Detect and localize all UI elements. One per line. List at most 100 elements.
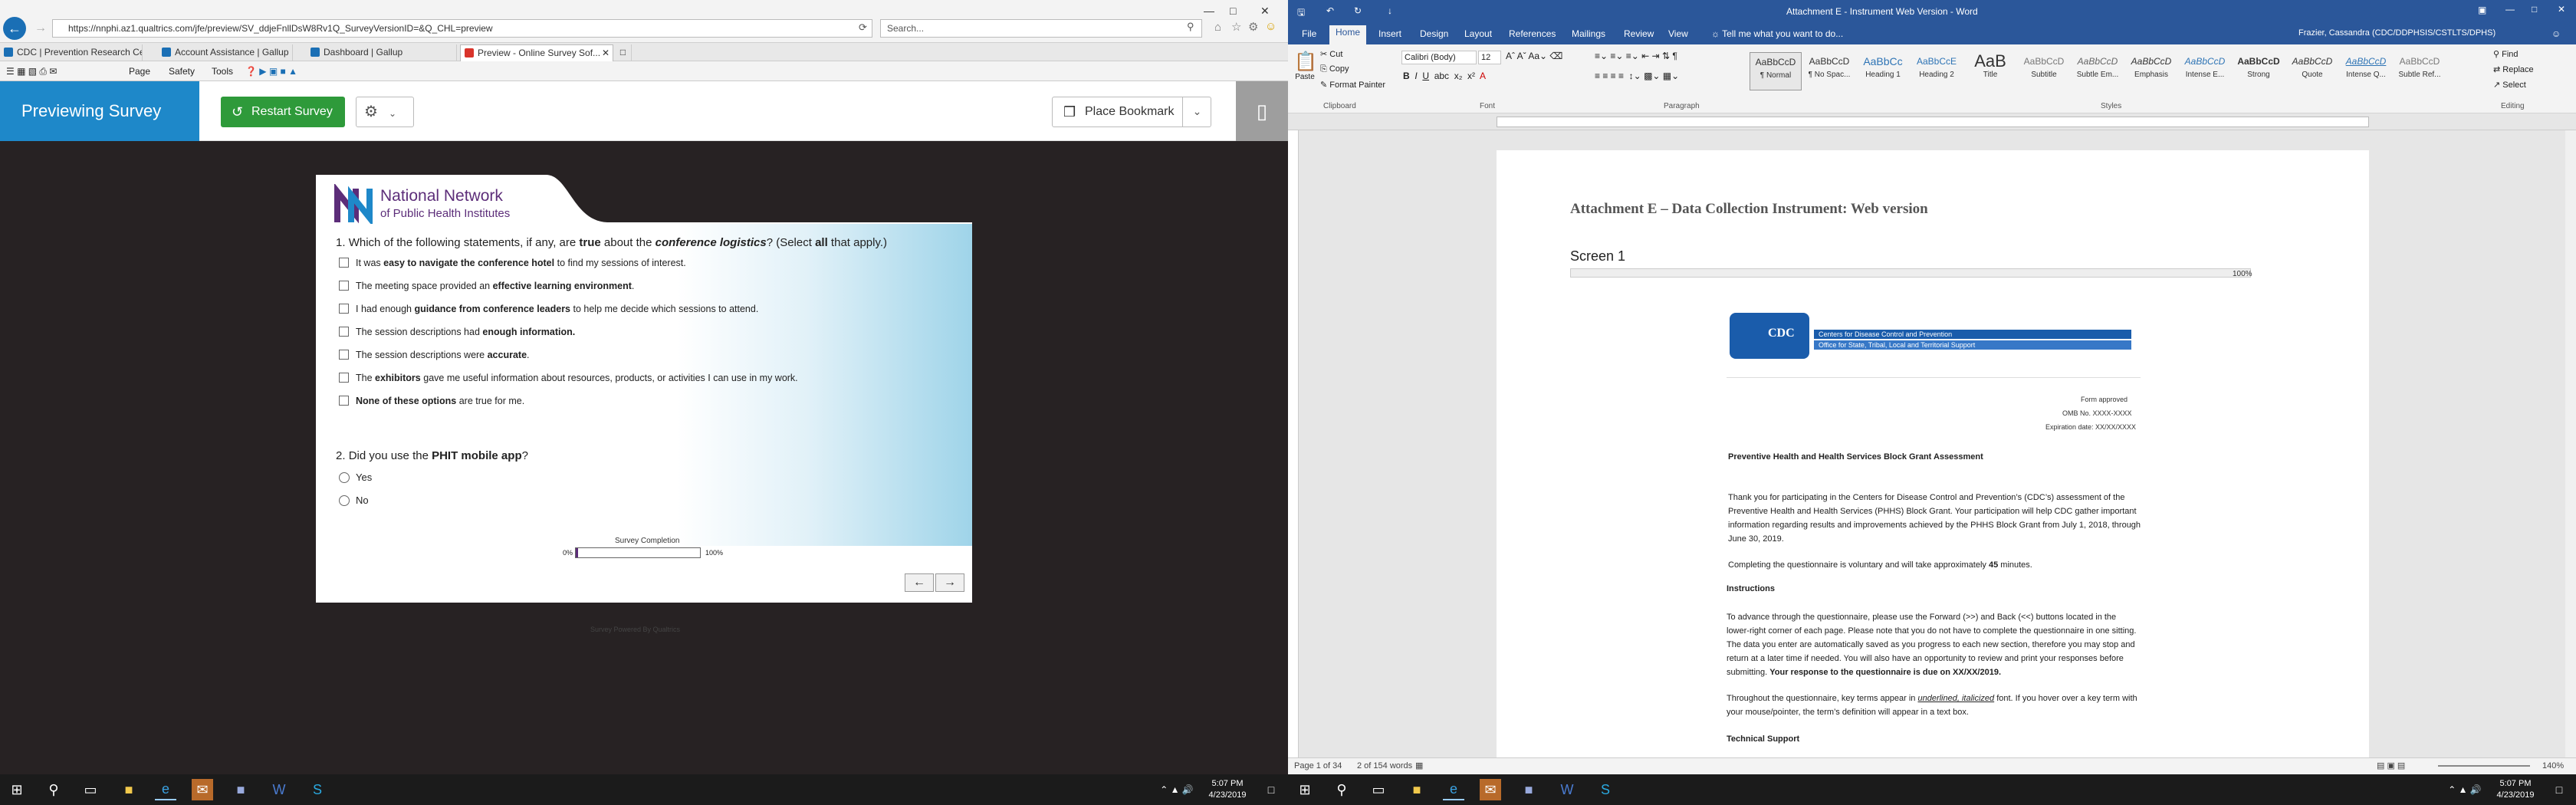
internet-explorer-icon[interactable]: e: [1443, 779, 1464, 800]
ruler[interactable]: [1288, 113, 2576, 130]
powered-by[interactable]: Survey Powered By Qualtrics: [590, 626, 680, 633]
tab-qualtrics-preview[interactable]: Preview - Online Survey Sof... ✕: [460, 44, 613, 61]
clock[interactable]: 5:07 PM 4/23/2019: [2489, 778, 2542, 801]
bookmark-dropdown[interactable]: ⌄: [1182, 97, 1211, 127]
style-subtle-emphasis[interactable]: AaBbCcD Subtle Em...: [2072, 52, 2124, 90]
notifications-icon[interactable]: □: [2548, 779, 2570, 800]
q1-option[interactable]: The session descriptions had enough info…: [339, 325, 575, 339]
search-icon[interactable]: ⚲: [1187, 21, 1194, 33]
find-button[interactable]: ⚲ Find: [2493, 49, 2518, 59]
tray-icons[interactable]: ⌃ ▲ 🔊: [2438, 779, 2492, 800]
q1-option[interactable]: The exhibitors gave me useful informatio…: [339, 371, 798, 385]
style-title[interactable]: AaB Title: [1964, 52, 2016, 90]
style-heading-1[interactable]: AaBbCc Heading 1: [1857, 52, 1909, 90]
skype-icon[interactable]: S: [307, 779, 328, 800]
settings-icon[interactable]: ⚙: [1248, 20, 1258, 34]
security-icon[interactable]: ■: [1518, 779, 1539, 800]
tab-design[interactable]: Design: [1414, 27, 1454, 41]
undo-icon[interactable]: ↶: [1326, 5, 1334, 16]
restart-survey-button[interactable]: ↺ Restart Survey: [221, 97, 345, 127]
style-no-spacing[interactable]: AaBbCcD ¶ No Spac...: [1803, 52, 1855, 90]
favorites-icon[interactable]: ☆: [1231, 20, 1241, 34]
skype-icon[interactable]: S: [1595, 779, 1616, 800]
replace-button[interactable]: ⇄ Replace: [2493, 64, 2534, 74]
style-quote[interactable]: AaBbCcD Quote: [2286, 52, 2338, 90]
checkbox[interactable]: [339, 304, 349, 314]
checkbox[interactable]: [339, 350, 349, 360]
q1-option[interactable]: None of these options are true for me.: [339, 394, 524, 408]
security-icon[interactable]: ■: [230, 779, 251, 800]
tab-file[interactable]: File: [1296, 27, 1322, 41]
q2-option-no[interactable]: No: [339, 494, 369, 508]
word-icon[interactable]: W: [1556, 779, 1578, 800]
back-page-button[interactable]: ←: [905, 573, 934, 592]
tell-me-box[interactable]: ☼ Tell me what you want to do...: [1705, 27, 1849, 41]
cut-button[interactable]: ✂ Cut: [1320, 49, 1342, 59]
smiley-icon[interactable]: ☺: [1265, 20, 1276, 33]
next-page-button[interactable]: →: [935, 573, 964, 592]
close-icon[interactable]: ✕: [1260, 5, 1270, 18]
ie-toolbar-icons[interactable]: ☰ ▦ ▧ ⎙ ✉: [6, 66, 57, 77]
tab-mailings[interactable]: Mailings: [1566, 27, 1612, 41]
minimize-icon[interactable]: —: [1204, 5, 1214, 17]
font-tools-icons[interactable]: Aˆ Aˇ Aa⌄ ⌫: [1506, 51, 1562, 61]
tab-cdc[interactable]: CDC | Prevention Research Ce...: [0, 44, 143, 61]
search-icon[interactable]: ⚲: [1331, 779, 1352, 800]
style-normal[interactable]: AaBbCcD ¶ Normal: [1750, 52, 1802, 90]
font-size-select[interactable]: 12: [1478, 51, 1501, 64]
task-view-icon[interactable]: ▭: [80, 779, 101, 800]
close-tab-icon[interactable]: ✕: [602, 45, 610, 61]
word-icon[interactable]: W: [268, 779, 290, 800]
vertical-scrollbar[interactable]: [2565, 130, 2576, 757]
word-count[interactable]: 2 of 154 words: [1357, 761, 1412, 770]
q1-option[interactable]: I had enough guidance from conference le…: [339, 302, 758, 316]
forward-button[interactable]: →: [29, 17, 52, 40]
file-explorer-icon[interactable]: ■: [1406, 779, 1428, 800]
checkbox[interactable]: [339, 258, 349, 268]
tab-layout[interactable]: Layout: [1458, 27, 1498, 41]
close-icon[interactable]: ✕: [2558, 4, 2565, 15]
style-heading-2[interactable]: AaBbCcE Heading 2: [1911, 52, 1963, 90]
ribbon-options-icon[interactable]: ▣: [2478, 5, 2486, 15]
tools-menu[interactable]: Tools: [212, 66, 233, 77]
task-view-icon[interactable]: ▭: [1368, 779, 1389, 800]
checkbox[interactable]: [339, 281, 349, 291]
style-intense-emphasis[interactable]: AaBbCcD Intense E...: [2179, 52, 2231, 90]
checkbox[interactable]: [339, 327, 349, 337]
redo-icon[interactable]: ↻: [1354, 5, 1362, 16]
settings-dropdown-button[interactable]: ⚙ ⌄: [356, 97, 414, 127]
tab-home[interactable]: Home: [1329, 25, 1367, 44]
tab-gallup-dashboard[interactable]: Dashboard | Gallup: [307, 44, 457, 61]
tab-gallup-account[interactable]: Account Assistance | Gallup: [158, 44, 293, 61]
file-explorer-icon[interactable]: ■: [118, 779, 140, 800]
alignment-icons[interactable]: ≡ ≡ ≡ ≡ ↕⌄ ▩⌄ ▦⌄: [1595, 71, 1679, 81]
checkbox[interactable]: [339, 396, 349, 406]
document-page[interactable]: Attachment E – Data Collection Instrumen…: [1497, 150, 2369, 764]
copy-button[interactable]: ⎘ Copy: [1320, 64, 1349, 74]
user-name[interactable]: Frazier, Cassandra (CDC/DDPHSIS/CSTLTS/D…: [2292, 27, 2502, 39]
tab-review[interactable]: Review: [1618, 27, 1660, 41]
share-icon[interactable]: ☺: [2545, 27, 2567, 41]
style-subtle-reference[interactable]: AaBbCcD Subtle Ref...: [2394, 52, 2446, 90]
radio[interactable]: [339, 472, 350, 483]
q1-option[interactable]: It was easy to navigate the conference h…: [339, 256, 686, 270]
font-name-select[interactable]: Calibri (Body): [1401, 51, 1477, 64]
help-icon[interactable]: ❓ ▶ ▣ ■ ▲: [245, 66, 297, 77]
format-painter-button[interactable]: ✎ Format Painter: [1320, 80, 1385, 90]
windows-start-icon[interactable]: ⊞: [6, 779, 28, 800]
proofing-icon[interactable]: ▦: [1415, 761, 1423, 770]
mobile-view-button[interactable]: ▯: [1236, 81, 1288, 141]
paragraph-icons[interactable]: ≡⌄ ≡⌄ ≡⌄ ⇤ ⇥ ⇅ ¶: [1595, 51, 1677, 61]
back-button[interactable]: ←: [3, 17, 26, 40]
font-format-icons[interactable]: B I U abc x₂ x² A: [1403, 71, 1486, 81]
tab-view[interactable]: View: [1662, 27, 1694, 41]
outlook-icon[interactable]: ✉: [192, 779, 213, 800]
zoom-slider[interactable]: [2438, 765, 2530, 767]
new-tab-button[interactable]: □: [615, 44, 632, 61]
refresh-icon[interactable]: ⟳: [859, 21, 867, 34]
home-icon[interactable]: ⌂: [1214, 21, 1221, 34]
clock[interactable]: 5:07 PM 4/23/2019: [1201, 778, 1254, 801]
tab-insert[interactable]: Insert: [1372, 27, 1408, 41]
page-count[interactable]: Page 1 of 34: [1294, 761, 1342, 770]
notifications-icon[interactable]: □: [1260, 779, 1282, 800]
